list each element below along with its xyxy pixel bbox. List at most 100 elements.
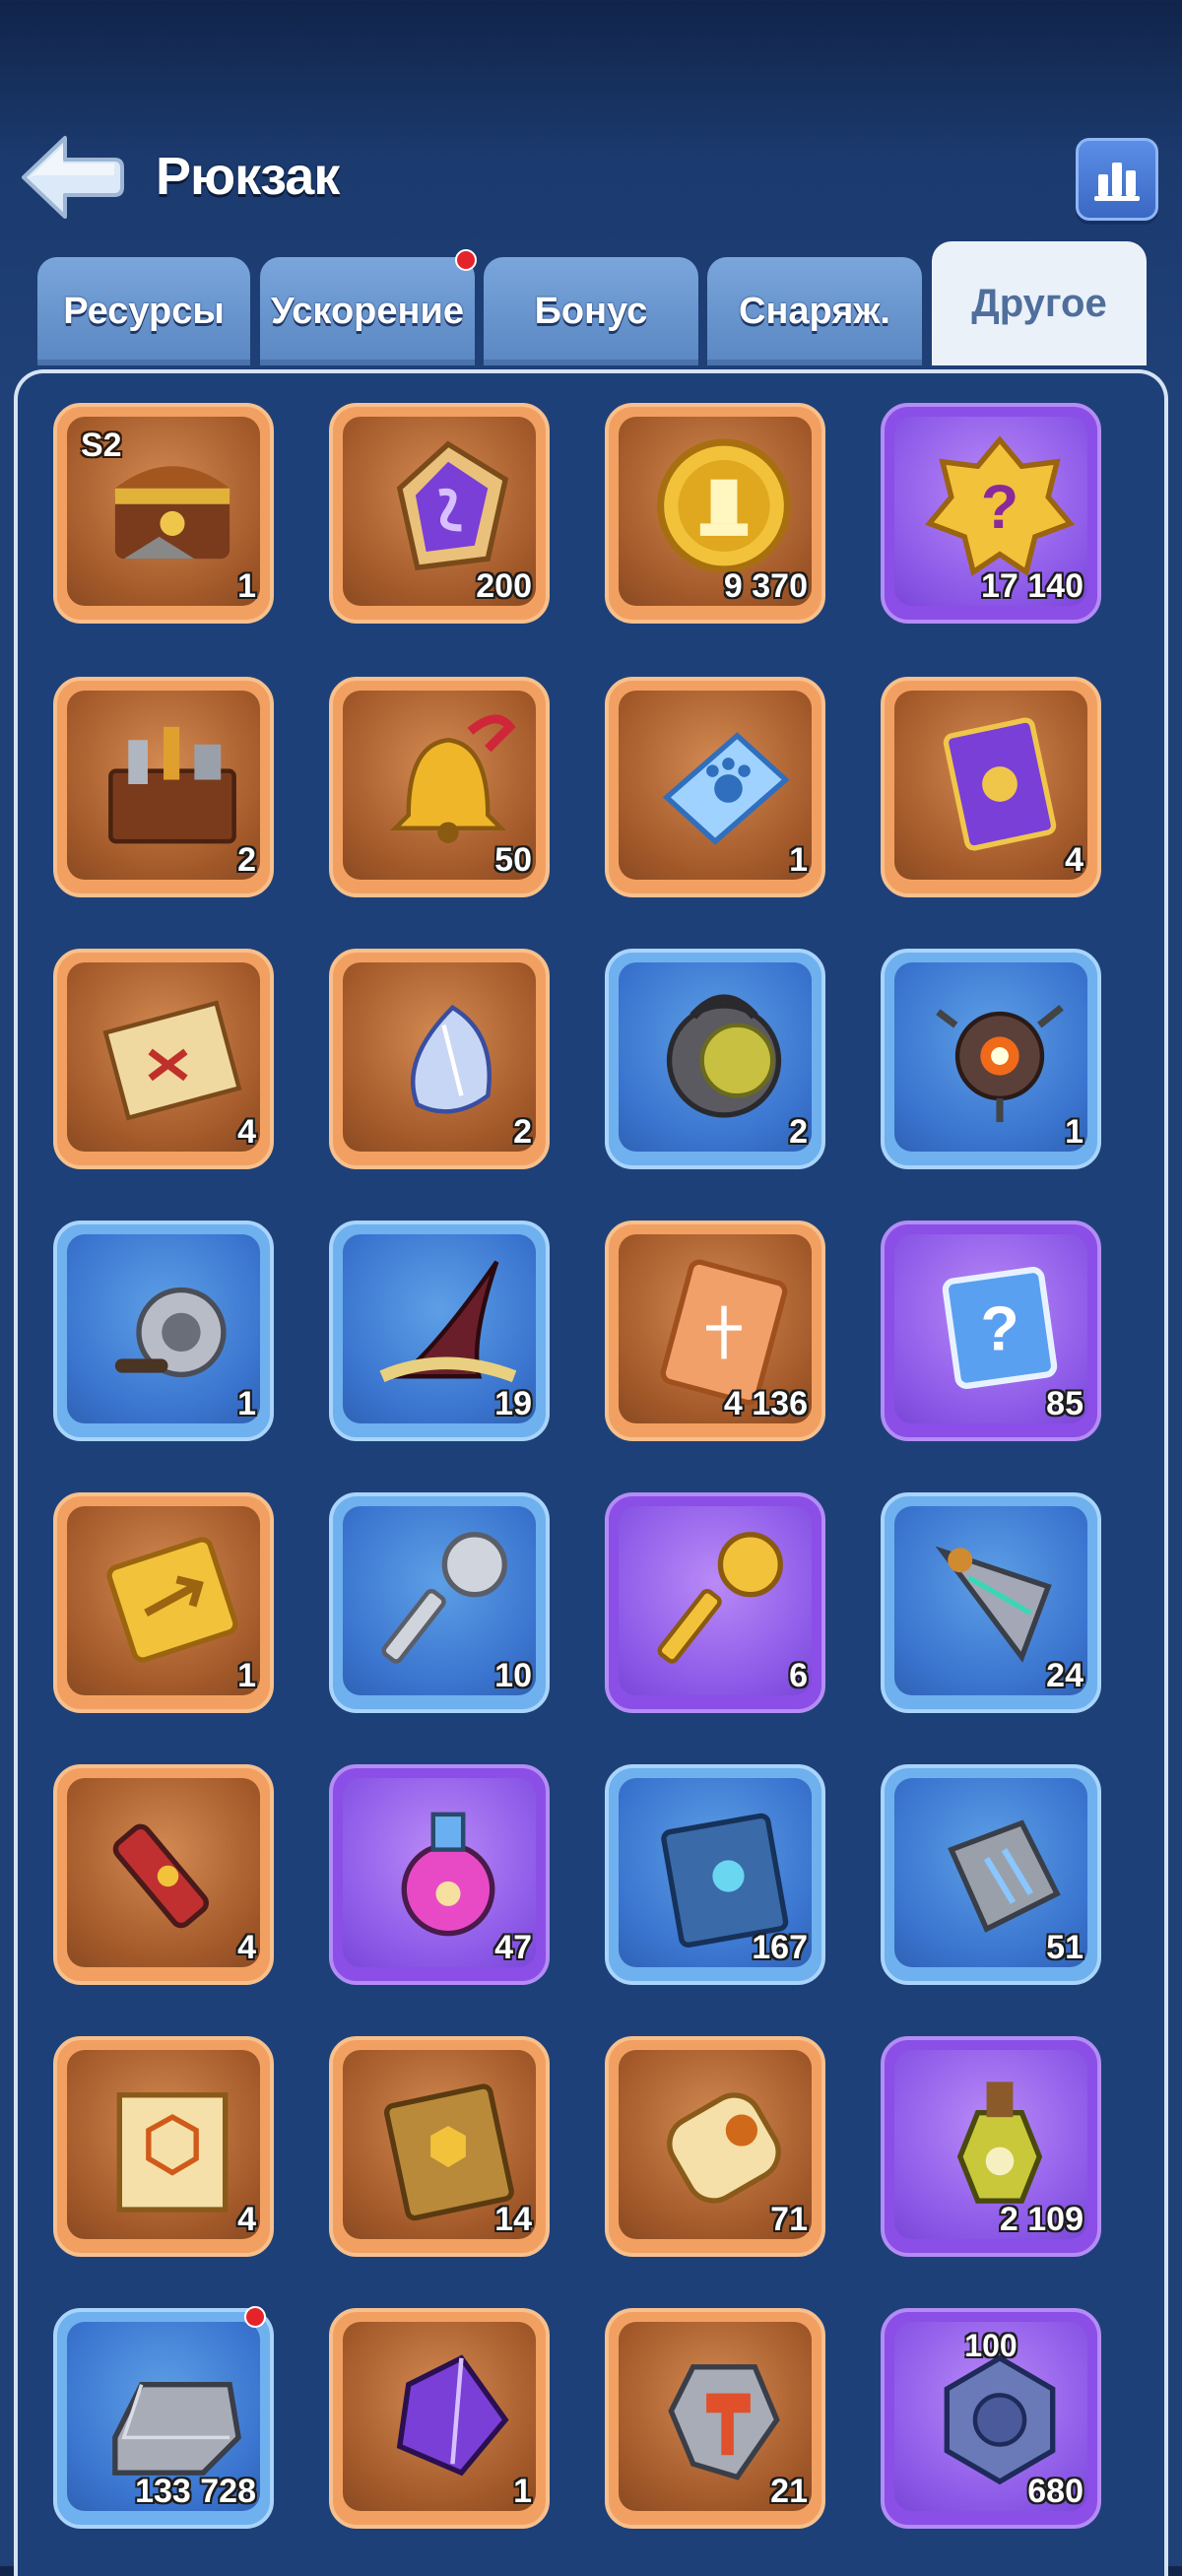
inventory-item[interactable]: 167 — [605, 1764, 825, 1985]
notification-dot — [455, 249, 477, 271]
item-count: 1 — [1065, 1113, 1084, 1151]
tab-label: Бонус — [534, 290, 648, 332]
item-count: 14 — [494, 2201, 532, 2238]
item-count: 51 — [1046, 1929, 1084, 1966]
treasure-map-scroll-icon — [102, 1000, 242, 1121]
svg-text:?: ? — [980, 1292, 1018, 1363]
inventory-item[interactable]: 133 728 — [53, 2306, 274, 2529]
notification-dot — [244, 2306, 266, 2328]
inventory-item[interactable]: S2 1 — [53, 403, 274, 624]
item-frame — [67, 1778, 260, 1967]
item-count: 9 370 — [723, 567, 808, 605]
inventory-item[interactable]: 2 — [329, 949, 550, 1169]
item-frame — [343, 2322, 536, 2511]
item-frame — [894, 962, 1087, 1152]
item-count: 2 — [513, 1113, 532, 1151]
item-count: 50 — [494, 841, 532, 879]
tab-label: Снаряж. — [739, 290, 890, 332]
inventory-item[interactable]: 2 — [53, 677, 274, 897]
inventory-item[interactable]: 2 — [605, 949, 825, 1169]
inventory-item[interactable]: 19 — [329, 1221, 550, 1441]
tab-acceleration[interactable]: Ускорение — [260, 249, 477, 365]
tab-label: Ресурсы — [63, 290, 225, 332]
item-frame — [619, 962, 812, 1152]
inventory-item[interactable]: 10 — [329, 1492, 550, 1713]
tab-bar: Ресурсы Ускорение Бонус Снаряж. Другое — [35, 241, 1149, 369]
tab-equipment[interactable]: Снаряж. — [707, 257, 922, 365]
gold-arrow-ticket-icon — [106, 1537, 238, 1663]
item-count: 4 — [237, 1113, 256, 1151]
gold-key-icon — [657, 1532, 783, 1664]
item-count: 4 136 — [723, 1385, 808, 1422]
stats-button[interactable] — [1076, 138, 1158, 221]
season-badge: S2 — [81, 427, 122, 464]
item-frame — [67, 691, 260, 880]
tab-label: Другое — [971, 281, 1107, 325]
item-count: 4 — [237, 2201, 256, 2238]
inventory-item[interactable]: 4 — [53, 949, 274, 1169]
inventory-item[interactable]: 4 — [881, 677, 1101, 897]
inventory-item[interactable]: 14 — [329, 2036, 550, 2257]
inventory-item[interactable]: 50 — [329, 677, 550, 897]
crystal-shell-icon — [411, 1004, 492, 1114]
inventory-item[interactable]: ? 85 — [881, 1221, 1101, 1441]
inventory-item[interactable]: 24 — [881, 1492, 1101, 1713]
item-count: 21 — [770, 2473, 808, 2510]
item-count: 1 — [789, 841, 808, 879]
inventory-item[interactable]: 51 — [881, 1764, 1101, 1985]
item-count: 200 — [476, 567, 532, 605]
inventory-item[interactable]: 6 — [605, 1492, 825, 1713]
tab-other[interactable]: Другое — [932, 241, 1147, 365]
inventory-item[interactable]: 1 — [53, 1221, 274, 1441]
robot-drone-icon — [936, 1004, 1064, 1123]
item-count: 133 728 — [135, 2473, 256, 2510]
item-count: 24 — [1046, 1657, 1084, 1694]
item-count: 47 — [494, 1929, 532, 1966]
inventory-item[interactable]: 1 — [881, 949, 1101, 1169]
paw-ticket-icon — [662, 732, 790, 845]
item-frame — [67, 1234, 260, 1423]
hexagon-scroll-icon — [116, 2092, 229, 2213]
tab-resources[interactable]: Ресурсы — [37, 257, 250, 365]
inventory-item[interactable]: 4 — [53, 2036, 274, 2257]
header: Рюкзак — [0, 0, 1182, 236]
tab-label: Ускорение — [271, 290, 464, 332]
item-frame — [343, 962, 536, 1152]
inventory-item[interactable]: 100 680 — [881, 2308, 1101, 2529]
inventory-item[interactable]: 47 — [329, 1764, 550, 1985]
diving-helmet-icon — [666, 994, 782, 1118]
inventory-item[interactable]: 21 — [605, 2308, 825, 2529]
item-count: 1 — [513, 2473, 532, 2510]
inventory-item[interactable]: ? 17 140 — [881, 403, 1101, 624]
inventory-item[interactable]: 1 — [53, 1492, 274, 1713]
back-button[interactable] — [16, 128, 124, 227]
item-count: 2 109 — [999, 2201, 1084, 2238]
item-frame — [619, 1506, 812, 1695]
item-count: 1 — [237, 1385, 256, 1422]
item-count: 167 — [752, 1929, 808, 1966]
item-count: 4 — [1065, 841, 1084, 879]
bar-chart-icon — [1094, 163, 1140, 201]
inventory-item[interactable]: 1 — [605, 677, 825, 897]
item-count: 2 — [237, 841, 256, 879]
item-top-number: 100 — [964, 2328, 1018, 2363]
fishing-reel-icon — [114, 1287, 227, 1378]
item-count: 1 — [237, 567, 256, 605]
inventory-item[interactable]: 2 109 — [881, 2036, 1101, 2257]
item-frame — [67, 1506, 260, 1695]
item-count: 17 140 — [981, 567, 1084, 605]
inventory-grid: S2 1 200 9 370? 17 140 2 50 1 4 4 2 2 1 1 19 4 136? 85 1 1… — [53, 403, 1137, 2570]
inventory-item[interactable]: 4 — [53, 1764, 274, 1985]
inventory-item[interactable]: 1 — [329, 2308, 550, 2529]
inventory-item[interactable]: 71 — [605, 2036, 825, 2257]
purple-crystal-icon — [396, 2354, 509, 2477]
item-count: 71 — [770, 2201, 808, 2238]
svg-text:?: ? — [981, 473, 1018, 542]
page-title: Рюкзак — [156, 147, 340, 206]
tab-bonus[interactable]: Бонус — [484, 257, 698, 365]
item-frame — [67, 962, 260, 1152]
inventory-item[interactable]: 4 136 — [605, 1221, 825, 1441]
inventory-item[interactable]: 200 — [329, 403, 550, 624]
item-frame — [67, 2050, 260, 2239]
inventory-item[interactable]: 9 370 — [605, 403, 825, 624]
